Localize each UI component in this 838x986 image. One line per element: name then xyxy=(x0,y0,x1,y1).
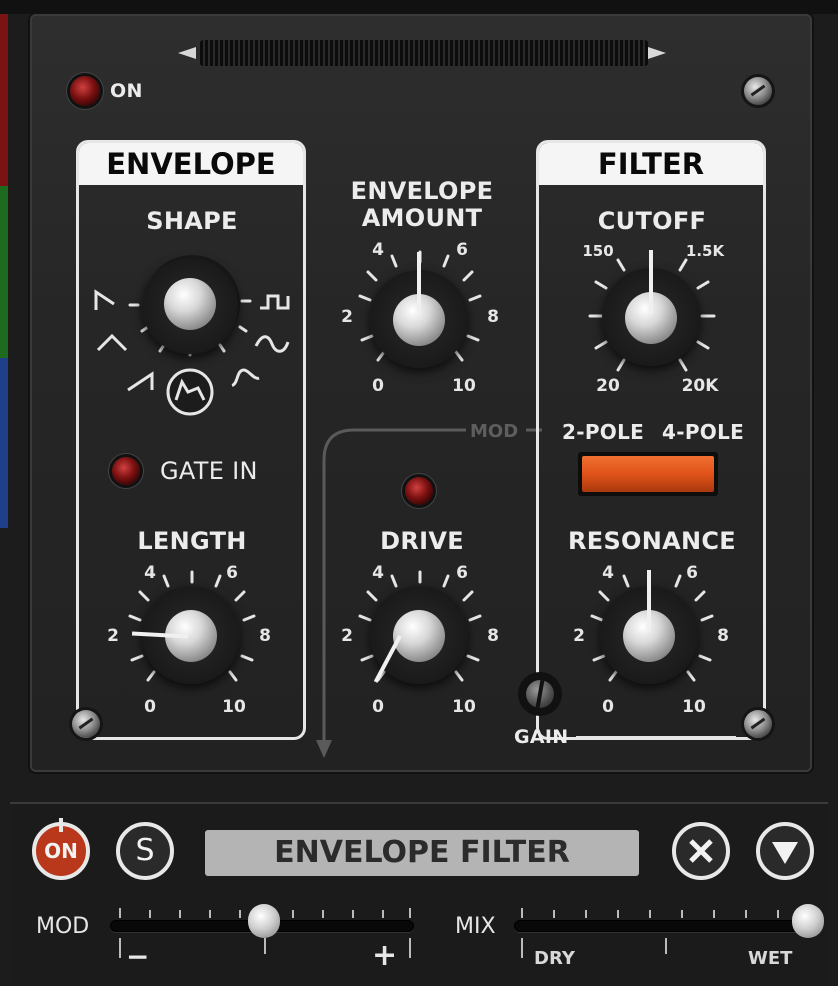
shape-knob-cap xyxy=(164,278,216,330)
resonance-pointer xyxy=(647,570,651,632)
length-tick-6: 6 xyxy=(226,563,238,583)
env-tick-10: 10 xyxy=(452,376,476,396)
cutoff-label: CUTOFF xyxy=(597,207,707,235)
square-wave-icon xyxy=(260,294,290,310)
envelope-title: ENVELOPE xyxy=(79,143,303,185)
mod-slider-label: MOD xyxy=(36,914,90,939)
resonance-label: RESONANCE xyxy=(567,527,737,555)
drive-tick-6: 6 xyxy=(456,563,468,583)
envelope-amount-label-1: ENVELOPE xyxy=(350,177,494,205)
close-icon xyxy=(689,839,713,863)
screw-top-right xyxy=(744,77,772,105)
mix-slider-label: MIX xyxy=(455,914,496,939)
mix-dry-label: DRY xyxy=(534,948,575,969)
vent-right-arrow-icon xyxy=(648,47,666,59)
env-tick-4: 4 xyxy=(372,240,384,260)
ramp-up-wave-icon xyxy=(127,371,154,392)
gate-in-label: GATE IN xyxy=(160,457,258,485)
mod-plus-label: + xyxy=(372,938,398,973)
shape-label: SHAPE xyxy=(146,207,238,235)
ramp-down-wave-icon xyxy=(94,289,115,310)
cutoff-tick-1-5k: 1.5K xyxy=(685,242,725,260)
power-led[interactable] xyxy=(70,76,100,106)
pole-switch[interactable] xyxy=(578,452,718,496)
res-tick-4: 4 xyxy=(602,563,614,583)
gain-underline xyxy=(576,736,736,739)
cutoff-pointer xyxy=(649,250,653,314)
mix-wet-label: WET xyxy=(748,948,793,969)
res-tick-10: 10 xyxy=(682,697,706,717)
env-tick-0: 0 xyxy=(372,376,384,396)
mix-slider-thumb[interactable] xyxy=(792,904,824,938)
menu-button[interactable] xyxy=(756,822,814,880)
length-tick-4: 4 xyxy=(144,563,156,583)
top-frame xyxy=(0,0,838,14)
power-notch xyxy=(59,818,63,832)
filter-title: FILTER xyxy=(539,143,763,185)
cutoff-tick-20k: 20K xyxy=(681,376,719,396)
screw-bottom-right xyxy=(744,710,772,738)
drive-led xyxy=(405,477,433,505)
gain-trim-knob[interactable] xyxy=(518,672,562,716)
length-tick-2: 2 xyxy=(107,626,119,646)
preset-name-display[interactable]: ENVELOPE FILTER xyxy=(205,830,639,876)
drive-tick-0: 0 xyxy=(372,697,384,717)
env-tick-2: 2 xyxy=(341,307,353,327)
track-color-strip-red xyxy=(0,0,8,186)
drive-tick-2: 2 xyxy=(341,626,353,646)
cutoff-tick-150: 150 xyxy=(582,242,614,260)
drive-label: DRIVE xyxy=(380,527,464,555)
solo-button[interactable]: S xyxy=(116,822,174,880)
length-tick-8: 8 xyxy=(259,626,271,646)
drive-tick-4: 4 xyxy=(372,563,384,583)
length-label: LENGTH xyxy=(137,527,247,555)
env-tick-8: 8 xyxy=(487,307,499,327)
cutoff-tick-20: 20 xyxy=(596,376,620,396)
drive-tick-8: 8 xyxy=(487,626,499,646)
close-button[interactable] xyxy=(672,822,730,880)
vent-grille xyxy=(200,40,648,66)
power-label: ON xyxy=(110,80,143,102)
triangle-wave-icon xyxy=(96,333,128,352)
mod-route-label: MOD xyxy=(470,421,519,442)
triangle-down-icon xyxy=(772,842,798,864)
res-tick-0: 0 xyxy=(602,697,614,717)
screw-bottom-left xyxy=(72,710,100,738)
res-tick-8: 8 xyxy=(717,626,729,646)
two-pole-label: 2-POLE xyxy=(562,420,645,444)
gain-label: GAIN xyxy=(514,726,569,748)
length-tick-10: 10 xyxy=(222,697,246,717)
mod-slider-thumb[interactable] xyxy=(248,904,280,938)
res-tick-6: 6 xyxy=(686,563,698,583)
drive-tick-10: 10 xyxy=(452,697,476,717)
env-tick-6: 6 xyxy=(456,240,468,260)
res-tick-2: 2 xyxy=(573,626,585,646)
sine-wave-icon xyxy=(231,368,260,387)
track-color-strip-blue xyxy=(0,358,8,528)
envelope-amount-pointer xyxy=(417,252,421,314)
four-pole-label: 4-POLE xyxy=(662,420,745,444)
vent-left-arrow-icon xyxy=(178,47,196,59)
gate-in-led[interactable] xyxy=(112,457,140,485)
adsr-shape-icon xyxy=(166,368,214,416)
track-color-strip-green xyxy=(0,186,8,358)
pole-switch-paddle xyxy=(582,456,714,492)
mod-minus-label: − xyxy=(126,940,150,973)
smooth-wave-icon xyxy=(254,335,290,353)
mix-slider-track[interactable] xyxy=(514,920,820,932)
envelope-amount-label-2: AMOUNT xyxy=(361,204,483,232)
length-tick-0: 0 xyxy=(144,697,156,717)
